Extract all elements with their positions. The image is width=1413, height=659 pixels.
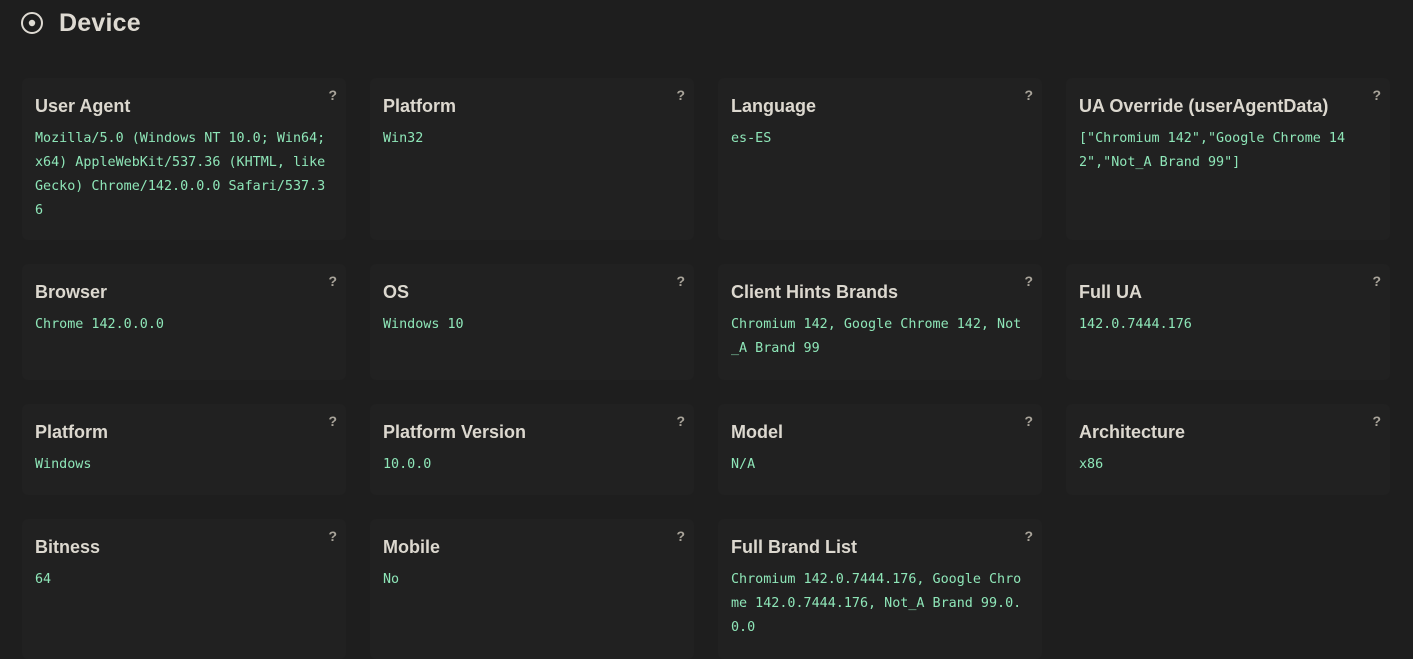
help-icon[interactable]: ? bbox=[1372, 87, 1381, 103]
card-language: Language ? es-ES bbox=[718, 78, 1042, 240]
card-title: Full Brand List bbox=[731, 537, 857, 557]
card-value: 10.0.0 bbox=[383, 457, 432, 472]
card-title: Bitness bbox=[35, 537, 101, 557]
card-title: OS bbox=[383, 282, 410, 302]
card-user-agent: User Agent ? Mozilla/5.0 (Windows NT 10.… bbox=[22, 78, 346, 240]
card-title: Platform bbox=[35, 422, 109, 442]
card-value: Windows bbox=[35, 457, 92, 472]
card-full-ua: Full UA ? 142.0.7444.176 bbox=[1066, 264, 1390, 380]
card-value: Win32 bbox=[383, 131, 424, 146]
help-icon[interactable]: ? bbox=[328, 413, 337, 429]
card-model: Model ? N/A bbox=[718, 404, 1042, 495]
help-icon[interactable]: ? bbox=[1024, 273, 1033, 289]
help-icon[interactable]: ? bbox=[1024, 87, 1033, 103]
card-title: UA Override (userAgentData) bbox=[1079, 96, 1329, 116]
card-title: User Agent bbox=[35, 96, 131, 116]
card-platform: Platform ? Win32 bbox=[370, 78, 694, 240]
card-title: Platform Version bbox=[383, 422, 527, 442]
card-value: Chromium 142.0.7444.176, Google Chrome 1… bbox=[731, 572, 1022, 635]
help-icon[interactable]: ? bbox=[1372, 413, 1381, 429]
card-value: Windows 10 bbox=[383, 317, 464, 332]
card-value: N/A bbox=[731, 457, 756, 472]
help-icon[interactable]: ? bbox=[328, 87, 337, 103]
device-info-grid: User Agent ? Mozilla/5.0 (Windows NT 10.… bbox=[22, 78, 1390, 659]
card-title: Language bbox=[731, 96, 817, 116]
card-platform-version: Platform Version ? 10.0.0 bbox=[370, 404, 694, 495]
help-icon[interactable]: ? bbox=[676, 528, 685, 544]
card-bitness: Bitness ? 64 bbox=[22, 519, 346, 659]
card-value: es-ES bbox=[731, 131, 772, 146]
card-value: x86 bbox=[1079, 457, 1104, 472]
card-architecture: Architecture ? x86 bbox=[1066, 404, 1390, 495]
card-value: No bbox=[383, 572, 400, 587]
card-platform-name: Platform ? Windows bbox=[22, 404, 346, 495]
card-title: Model bbox=[731, 422, 783, 442]
card-client-hints-brands: Client Hints Brands ? Chromium 142, Goog… bbox=[718, 264, 1042, 380]
card-title: Platform bbox=[383, 96, 457, 116]
card-title: Client Hints Brands bbox=[731, 282, 899, 302]
help-icon[interactable]: ? bbox=[676, 87, 685, 103]
target-icon bbox=[20, 11, 44, 35]
card-value: Chromium 142, Google Chrome 142, Not_A B… bbox=[731, 317, 1022, 356]
section-header: Device bbox=[20, 8, 141, 38]
card-title: Full UA bbox=[1079, 282, 1142, 302]
card-value: 64 bbox=[35, 572, 52, 587]
card-title: Architecture bbox=[1079, 422, 1186, 442]
help-icon[interactable]: ? bbox=[1372, 273, 1381, 289]
help-icon[interactable]: ? bbox=[676, 273, 685, 289]
help-icon[interactable]: ? bbox=[1024, 528, 1033, 544]
card-value: Chrome 142.0.0.0 bbox=[35, 317, 164, 332]
card-os: OS ? Windows 10 bbox=[370, 264, 694, 380]
help-icon[interactable]: ? bbox=[328, 273, 337, 289]
card-browser: Browser ? Chrome 142.0.0.0 bbox=[22, 264, 346, 380]
help-icon[interactable]: ? bbox=[1024, 413, 1033, 429]
card-ua-override: UA Override (userAgentData) ? ["Chromium… bbox=[1066, 78, 1390, 240]
card-value: Mozilla/5.0 (Windows NT 10.0; Win64; x64… bbox=[35, 131, 334, 218]
card-full-brand-list: Full Brand List ? Chromium 142.0.7444.17… bbox=[718, 519, 1042, 659]
help-icon[interactable]: ? bbox=[676, 413, 685, 429]
card-value: 142.0.7444.176 bbox=[1079, 317, 1192, 332]
section-title: Device bbox=[59, 8, 141, 37]
card-value: ["Chromium 142","Google Chrome 142","Not… bbox=[1079, 131, 1346, 170]
help-icon[interactable]: ? bbox=[328, 528, 337, 544]
card-title: Browser bbox=[35, 282, 108, 302]
card-mobile: Mobile ? No bbox=[370, 519, 694, 659]
card-title: Mobile bbox=[383, 537, 440, 557]
